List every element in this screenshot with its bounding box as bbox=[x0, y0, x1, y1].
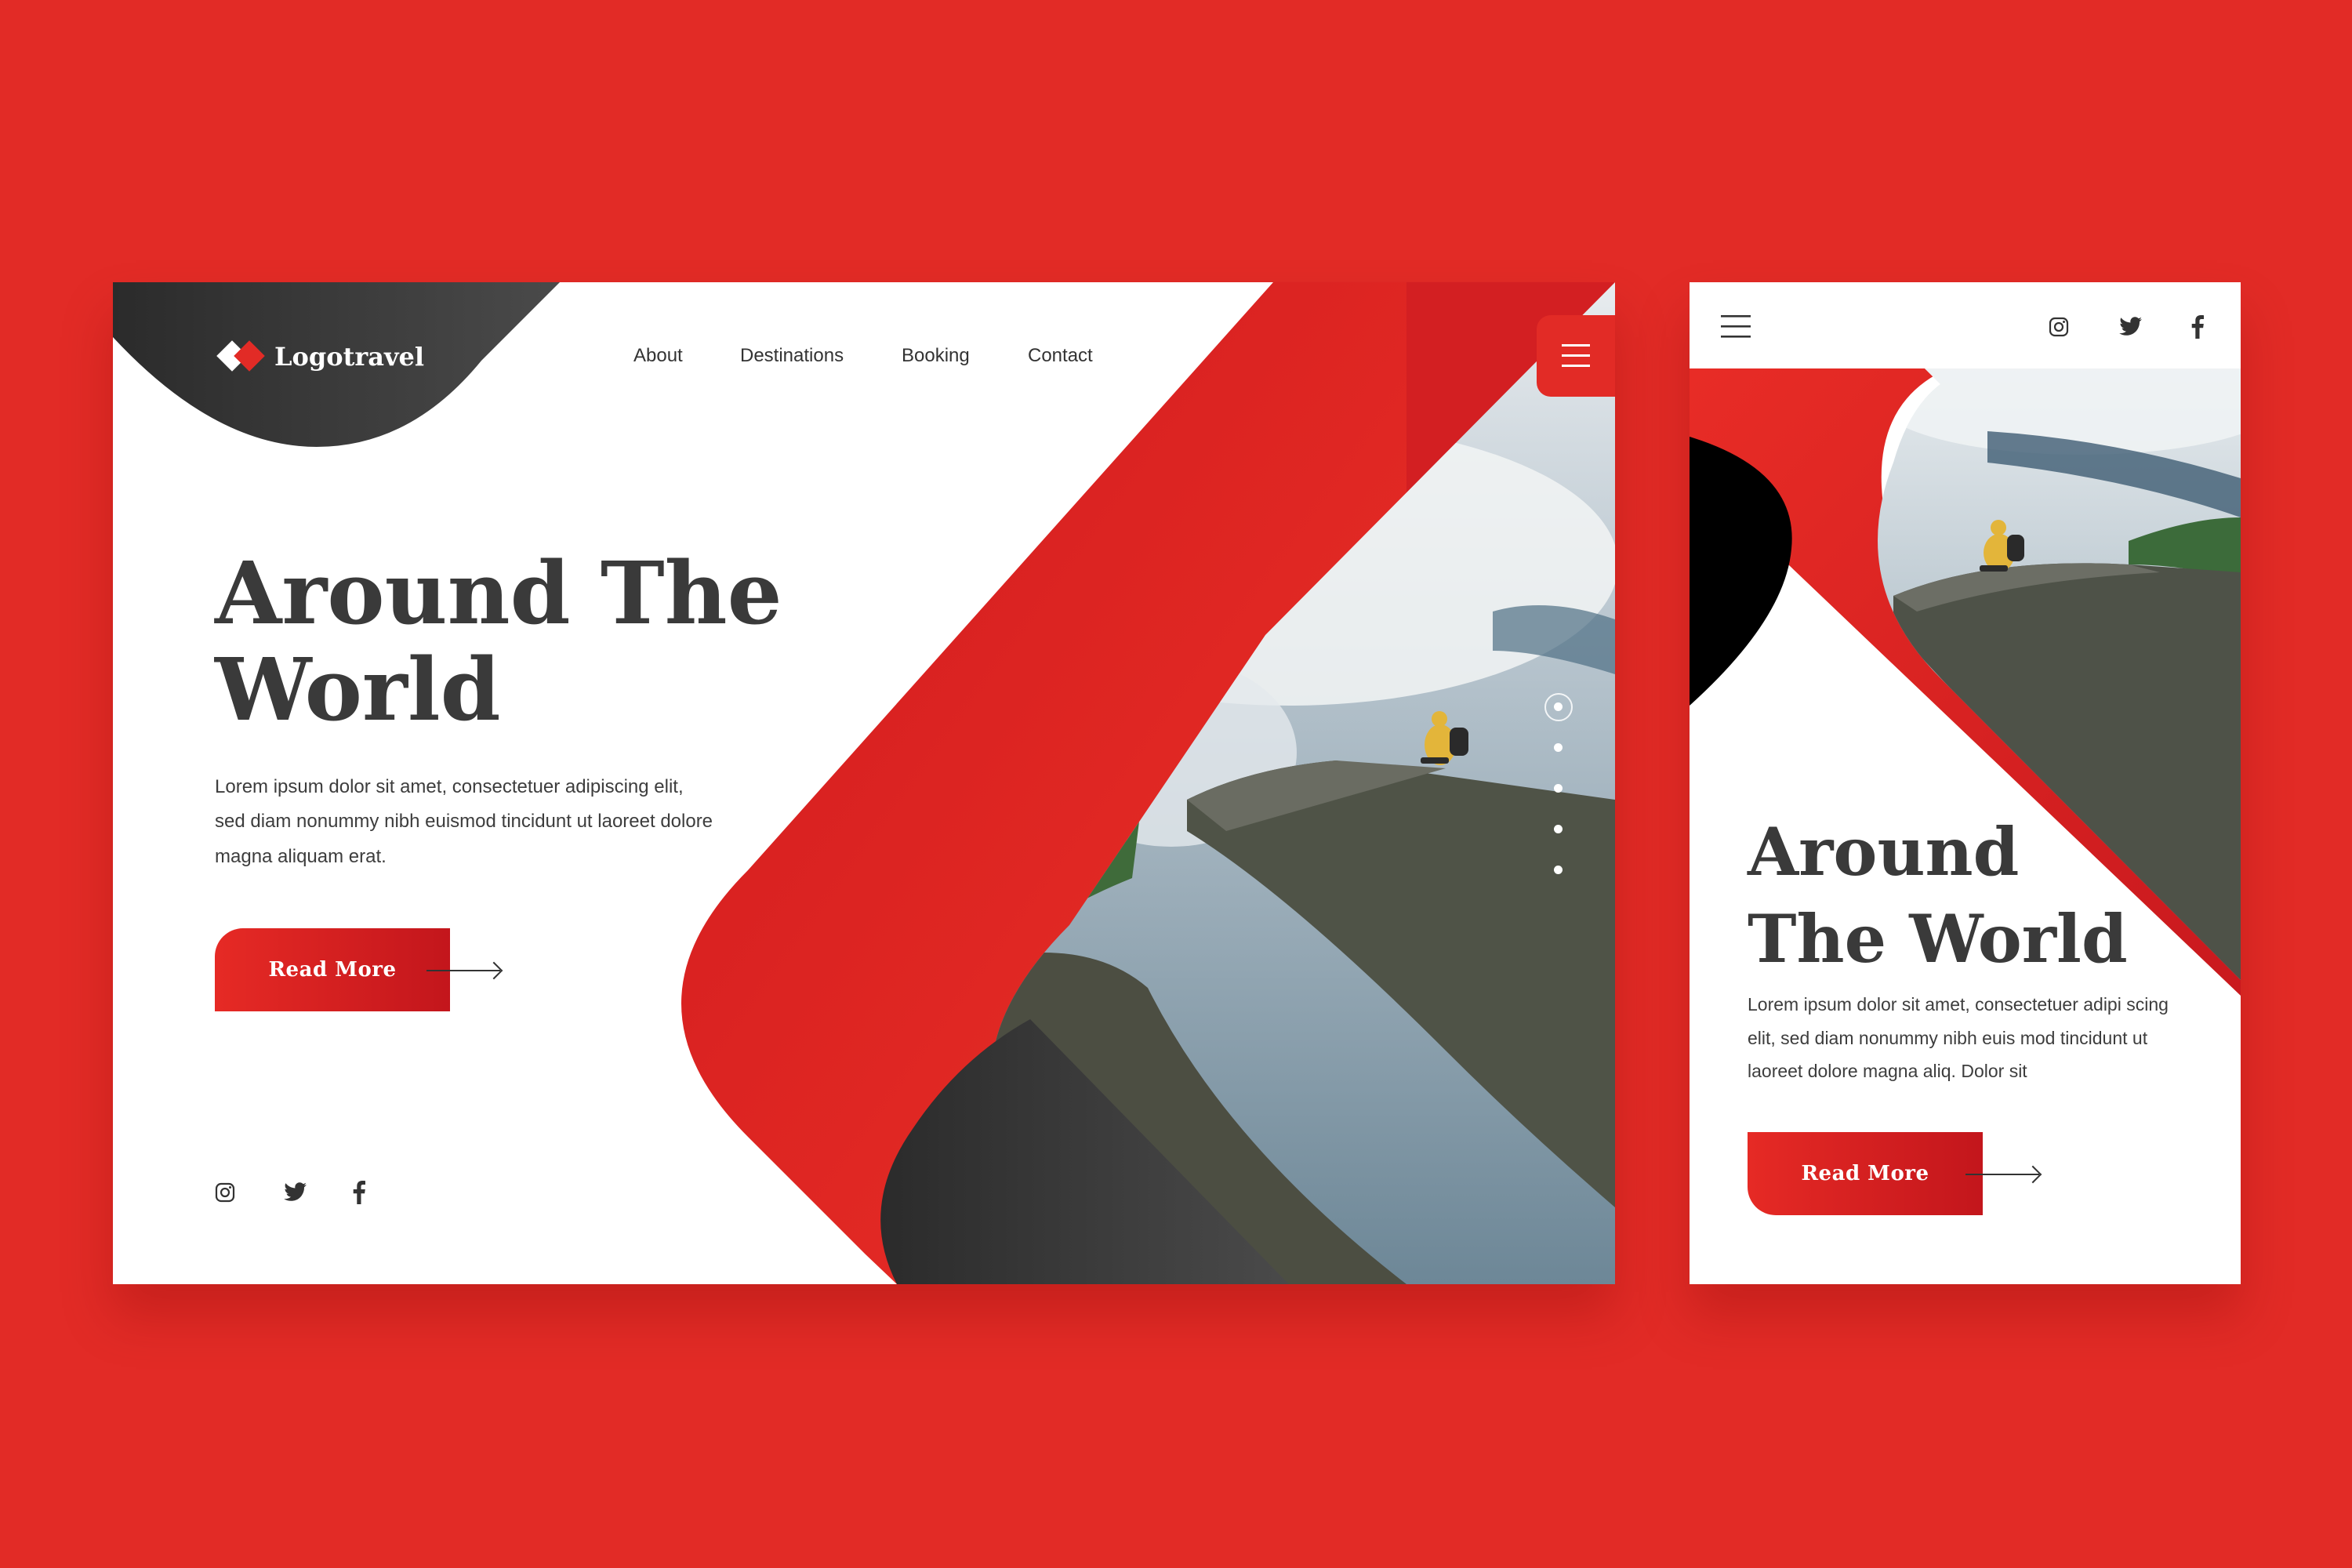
mobile-hero-title-line-2: The World bbox=[1748, 899, 2128, 978]
brand-name: Logotravel bbox=[274, 342, 425, 372]
slider-dot-2[interactable] bbox=[1554, 743, 1563, 752]
read-more-button[interactable]: Read More bbox=[215, 928, 450, 1011]
twitter-icon[interactable] bbox=[2119, 317, 2143, 337]
slider-dot-4[interactable] bbox=[1554, 825, 1563, 833]
desktop-landing-page: Logotravel About Destinations Booking Co… bbox=[113, 282, 1615, 1284]
instagram-icon[interactable] bbox=[2049, 317, 2069, 337]
facebook-icon[interactable] bbox=[353, 1181, 365, 1204]
hero-title-line-2: World bbox=[215, 639, 501, 741]
mobile-hero-title-line-1: Around bbox=[1748, 813, 2020, 891]
hero-description: Lorem ipsum dolor sit amet, consectetuer… bbox=[215, 776, 713, 867]
arrow-right-icon bbox=[426, 970, 500, 971]
nav-destinations[interactable]: Destinations bbox=[740, 345, 844, 367]
mobile-header bbox=[1690, 282, 2241, 368]
mobile-landing-page: Around The World Lorem ipsum dolor sit a… bbox=[1690, 282, 2241, 1284]
slider-dot-3[interactable] bbox=[1554, 784, 1563, 793]
mobile-hero-title: Around The World bbox=[1748, 809, 2218, 983]
hamburger-icon[interactable] bbox=[1721, 314, 1751, 339]
mobile-read-more-button[interactable]: Read More bbox=[1748, 1132, 1983, 1215]
arrow-right-icon bbox=[1965, 1174, 2039, 1175]
hero-title-line-1: Around The bbox=[215, 543, 782, 644]
nav-about[interactable]: About bbox=[633, 345, 683, 367]
hero-title: Around The World bbox=[215, 545, 858, 738]
instagram-icon[interactable] bbox=[215, 1182, 235, 1203]
slider-dot-1[interactable] bbox=[1554, 702, 1563, 711]
facebook-icon[interactable] bbox=[2191, 315, 2204, 339]
mobile-hero-description: Lorem ipsum dolor sit amet, consectetuer… bbox=[1748, 994, 2169, 1082]
hamburger-icon bbox=[1562, 344, 1590, 367]
twitter-icon[interactable] bbox=[284, 1182, 307, 1203]
diamond-logo-icon bbox=[216, 340, 265, 372]
nav-contact[interactable]: Contact bbox=[1028, 345, 1093, 367]
nav-booking[interactable]: Booking bbox=[902, 345, 970, 367]
brand-logo[interactable]: Logotravel bbox=[215, 337, 424, 376]
menu-button[interactable] bbox=[1537, 315, 1615, 397]
slider-dot-5[interactable] bbox=[1554, 866, 1563, 874]
